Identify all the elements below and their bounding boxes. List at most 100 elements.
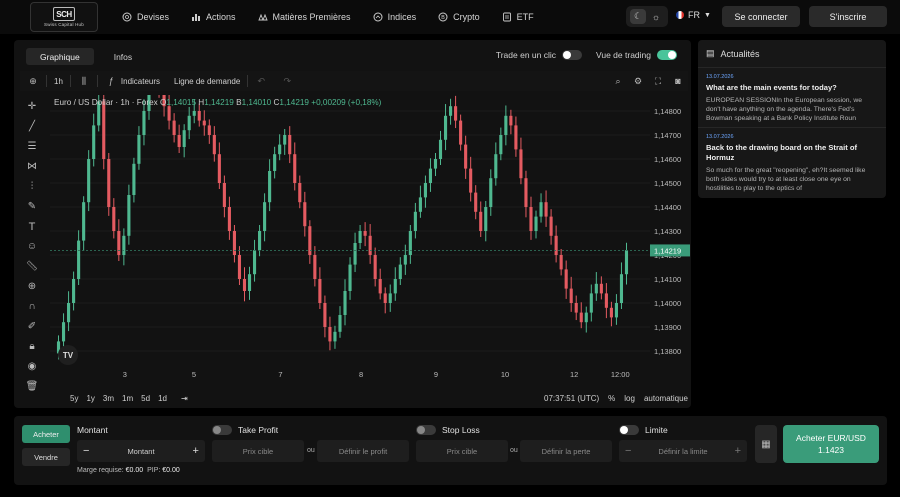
tradingview-logo-icon[interactable]: TV xyxy=(58,345,78,365)
login-button[interactable]: Se connecter xyxy=(722,6,800,27)
pencil-lock-icon[interactable]: ✐ xyxy=(25,319,40,334)
auto-scale-toggle[interactable]: automatique xyxy=(644,394,688,403)
candle-body xyxy=(172,120,176,135)
redo-button[interactable]: ↷ xyxy=(274,71,300,91)
candle-body xyxy=(449,106,453,116)
clock-time[interactable]: 07:37:51 (UTC) xyxy=(544,394,599,403)
sun-icon[interactable]: ☼ xyxy=(648,9,664,24)
change-value: +0,00209 (+0,18%) xyxy=(311,98,382,107)
candle-body xyxy=(227,207,231,231)
magnet-icon[interactable]: ∩ xyxy=(25,299,40,314)
language-selector[interactable]: FR ▼ xyxy=(676,10,711,20)
percent-toggle[interactable]: % xyxy=(608,394,615,403)
take-profit-switch[interactable] xyxy=(212,425,232,435)
ruler-icon[interactable]: 📏︎ xyxy=(25,259,40,274)
define-loss-input[interactable]: Définir la perte xyxy=(520,440,612,462)
amount-stepper[interactable]: − Montant + xyxy=(77,440,205,462)
undo-button[interactable]: ↶ xyxy=(248,71,274,91)
one-click-trade-switch[interactable] xyxy=(562,50,583,60)
range-5d-button[interactable]: 5d xyxy=(137,394,154,403)
candle-body xyxy=(343,291,347,315)
candle-body xyxy=(298,183,302,203)
candle-body xyxy=(117,231,121,255)
eye-icon[interactable]: ◉ xyxy=(25,359,40,374)
nav-etf[interactable]: ETF xyxy=(502,12,534,22)
nav-crypto-label: Crypto xyxy=(453,12,480,22)
add-symbol-button[interactable]: ⊕ xyxy=(20,71,46,91)
range-1m-button[interactable]: 1m xyxy=(118,394,137,403)
buy-button[interactable]: Acheter xyxy=(22,425,70,443)
news-item[interactable]: 13.07.2026 Back to the drawing board on … xyxy=(698,128,886,197)
nav-indices[interactable]: Indices xyxy=(373,12,416,22)
candle-body xyxy=(303,202,307,227)
news-item[interactable]: 13.07.2026 What are the main events for … xyxy=(698,68,886,128)
candle-body xyxy=(584,312,588,323)
logo[interactable]: SCH Swiss Capital Hub xyxy=(30,2,98,32)
candlestick-chart[interactable]: 3 5 7 8 9 10 12 12:00 xyxy=(50,95,650,385)
horizontal-lines-icon[interactable]: ☰ xyxy=(25,139,40,154)
nav-crypto[interactable]: B Crypto xyxy=(438,12,480,22)
sell-button[interactable]: Vendre xyxy=(22,448,70,466)
price-axis[interactable]: 1,14800 1,14700 1,14600 1,14500 1,14400 1,143… xyxy=(650,95,690,385)
candle-body xyxy=(438,139,443,159)
plus-icon[interactable]: + xyxy=(735,445,741,457)
minus-icon[interactable]: − xyxy=(625,445,631,457)
one-click-trade-label: Trade en un clic xyxy=(495,50,557,60)
crosshair-icon[interactable]: ✛ xyxy=(25,99,40,114)
nav-actions[interactable]: Actions xyxy=(191,12,236,22)
define-profit-input[interactable]: Définir le profit xyxy=(317,440,409,462)
line-demand-button[interactable]: Ligne de demande xyxy=(167,71,247,91)
zoom-in-icon[interactable]: ⊕ xyxy=(25,279,40,294)
theme-toggle[interactable]: ☾ ☼ xyxy=(626,6,668,27)
candle-body xyxy=(167,106,171,121)
buy-eurusd-button[interactable]: Acheter EUR/USD 1.1423 xyxy=(783,425,879,463)
limit-switch[interactable] xyxy=(619,425,639,435)
function-icon: ƒ xyxy=(108,76,114,86)
timeframe-button[interactable]: 1h xyxy=(47,71,70,91)
define-limit-input[interactable]: Définir la limite xyxy=(658,447,707,456)
range-1d-button[interactable]: 1d xyxy=(154,394,171,403)
nav-commodities[interactable]: Matières Premières xyxy=(257,12,351,22)
candle-body xyxy=(403,255,407,265)
stop-loss-switch[interactable] xyxy=(416,425,436,435)
tab-infos[interactable]: Infos xyxy=(100,48,146,65)
y-tick-label: 1,14800 xyxy=(654,107,681,116)
pip-label: PIP: xyxy=(147,467,161,474)
camera-icon[interactable]: ◙ xyxy=(672,75,684,87)
brush-icon[interactable]: ✎ xyxy=(25,199,40,214)
trend-line-icon[interactable]: ╱ xyxy=(25,119,40,134)
minus-icon[interactable]: − xyxy=(83,445,89,457)
news-title: Actualités xyxy=(720,48,760,59)
indicators-button[interactable]: ƒ Indicateurs xyxy=(98,71,167,91)
candle-body xyxy=(413,211,417,231)
range-5y-button[interactable]: 5y xyxy=(66,394,82,403)
candle-style-button[interactable]: ⫼ xyxy=(71,71,97,91)
candle-body xyxy=(288,135,292,155)
quick-search-icon[interactable]: ⌕ xyxy=(612,75,624,87)
trading-view-switch[interactable] xyxy=(657,50,677,60)
moon-icon[interactable]: ☾ xyxy=(630,9,646,24)
fullscreen-icon[interactable]: ⛶ xyxy=(652,75,664,87)
pattern-icon[interactable]: ⋈ xyxy=(25,159,40,174)
settings-gear-icon[interactable]: ⚙ xyxy=(632,75,644,87)
signup-button[interactable]: S'inscrire xyxy=(809,6,887,27)
candle-body xyxy=(258,231,262,251)
limit-stepper[interactable]: − Définir la limite + xyxy=(619,440,747,462)
fib-icon[interactable]: ⫶ xyxy=(25,179,40,194)
lock-icon[interactable]: 🔒︎ xyxy=(25,339,40,354)
margin-label: Marge requise: xyxy=(77,467,124,474)
text-tool-icon[interactable]: T xyxy=(25,219,40,234)
plus-icon[interactable]: + xyxy=(193,445,199,457)
emoji-icon[interactable]: ☺ xyxy=(25,239,40,254)
nav-devises[interactable]: Devises xyxy=(122,12,169,22)
tab-graphique[interactable]: Graphique xyxy=(26,48,94,65)
range-1y-button[interactable]: 1y xyxy=(82,394,98,403)
range-3m-button[interactable]: 3m xyxy=(99,394,118,403)
candle-body xyxy=(514,125,518,150)
stop-loss-target-price-input[interactable]: Prix cible xyxy=(416,440,508,462)
log-toggle[interactable]: log xyxy=(624,394,635,403)
go-to-date-icon[interactable]: ⇥ xyxy=(177,394,192,403)
amount-input[interactable]: Montant xyxy=(127,447,154,456)
take-profit-target-price-input[interactable]: Prix cible xyxy=(212,440,304,462)
calculator-button[interactable]: ▦ xyxy=(755,425,777,463)
